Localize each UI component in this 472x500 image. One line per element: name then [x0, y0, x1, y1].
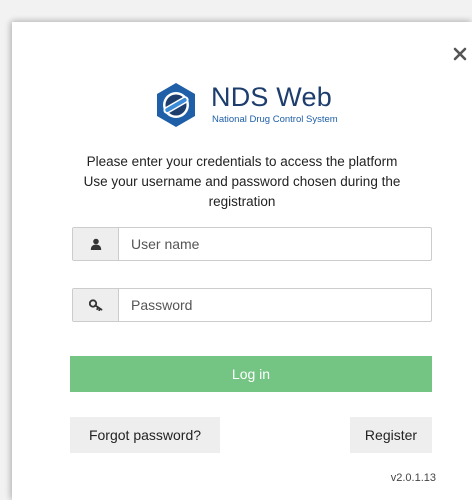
logo-subtitle: National Drug Control System [212, 114, 338, 125]
close-button[interactable] [453, 47, 467, 61]
forgot-password-button[interactable]: Forgot password? [70, 417, 220, 453]
username-input[interactable] [119, 228, 431, 260]
password-addon [73, 289, 119, 321]
username-addon [73, 228, 119, 260]
username-group [72, 227, 432, 261]
logo-name: NDS Web [211, 82, 332, 112]
password-group [72, 288, 432, 322]
instructions-line-3: registration [208, 194, 276, 209]
login-dialog: NDS Web National Drug Control System Ple… [12, 22, 472, 500]
version-label: v2.0.1.13 [390, 472, 436, 484]
instructions-text: Please enter your credentials to access … [12, 152, 472, 212]
key-icon [88, 299, 102, 311]
user-icon [90, 238, 101, 250]
instructions-line-2: Use your username and password chosen du… [83, 174, 401, 189]
nds-logo-icon [157, 83, 195, 127]
nds-web-logo: NDS Web National Drug Control System [153, 82, 363, 128]
login-button[interactable]: Log in [70, 356, 432, 392]
close-icon [453, 47, 467, 61]
password-input[interactable] [119, 289, 431, 321]
instructions-line-1: Please enter your credentials to access … [86, 154, 398, 169]
register-button[interactable]: Register [350, 417, 432, 453]
